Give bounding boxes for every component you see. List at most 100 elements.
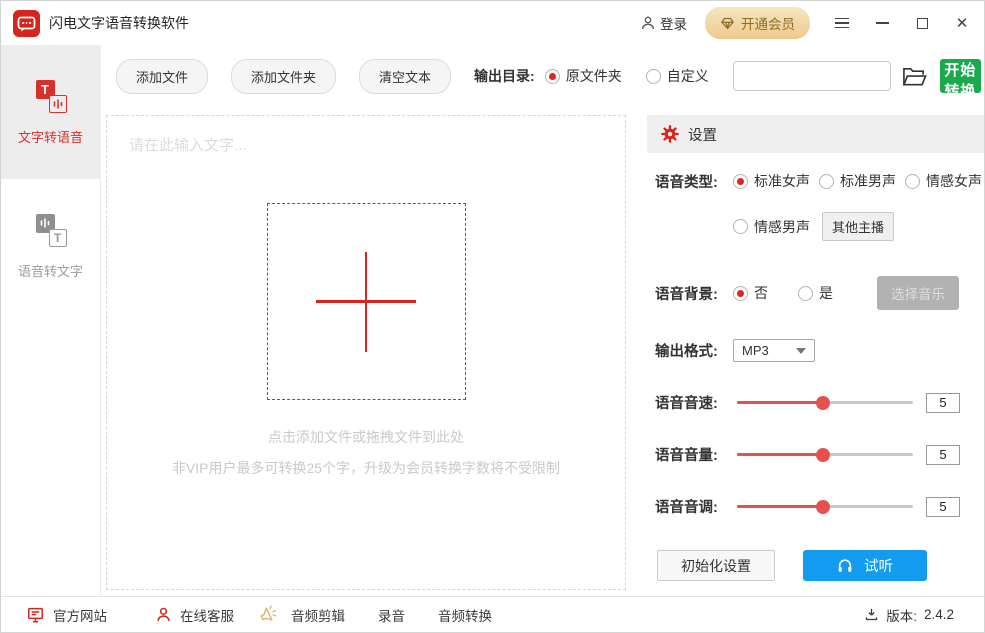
- slider-fill: [737, 505, 823, 508]
- megaphone-icon: [258, 605, 278, 624]
- online-service-label: 在线客服: [180, 605, 234, 625]
- sidebar-label-text-to-speech: 文字转语音: [18, 127, 83, 146]
- download-icon: [864, 607, 879, 622]
- volume-slider[interactable]: [737, 448, 913, 462]
- menu-button[interactable]: [834, 15, 850, 31]
- output-format-label: 输出格式:: [655, 340, 733, 361]
- start-convert-button[interactable]: 开始转换: [940, 59, 981, 93]
- minimize-icon: [876, 22, 889, 24]
- slider-fill: [737, 453, 823, 456]
- volume-value[interactable]: 5: [926, 445, 960, 465]
- radio-custom-folder[interactable]: 自定义: [646, 66, 709, 86]
- text-to-speech-icon: T: [33, 79, 69, 115]
- app-title: 闪电文字语音转换软件: [49, 13, 189, 33]
- service-person-icon: [155, 606, 172, 623]
- radio-standard-female[interactable]: 标准女声: [733, 171, 810, 191]
- audio-convert-link[interactable]: 音频转换: [438, 605, 492, 625]
- headphones-icon: [837, 558, 853, 573]
- official-website-link[interactable]: 官方网站: [26, 605, 107, 625]
- pitch-label: 语音音调:: [655, 496, 733, 517]
- online-service-link[interactable]: 在线客服: [155, 605, 234, 625]
- pitch-slider[interactable]: [737, 500, 913, 514]
- radio-original-folder[interactable]: 原文件夹: [545, 66, 622, 86]
- radio-dot: [905, 174, 920, 189]
- format-select[interactable]: MP3: [733, 339, 815, 362]
- speed-label: 语音音速:: [655, 392, 733, 413]
- slider-fill: [737, 401, 823, 404]
- version-value: 2.4.2: [924, 607, 954, 622]
- file-drop-zone[interactable]: [267, 203, 466, 400]
- settings-title: 设置: [688, 124, 717, 145]
- voice-type-label: 语音类型:: [655, 171, 733, 192]
- work-row: 请在此输入文字... 点击添加文件或拖拽文件到此处 非VIP用户最多可转换25个…: [101, 107, 984, 596]
- other-anchors-button[interactable]: 其他主播: [822, 212, 894, 241]
- vip-button[interactable]: 开通会员: [705, 7, 810, 39]
- reset-settings-button[interactable]: 初始化设置: [657, 550, 775, 581]
- output-format-row: 输出格式: MP3: [647, 339, 984, 362]
- official-website-label: 官方网站: [53, 605, 107, 625]
- speed-value[interactable]: 5: [926, 393, 960, 413]
- radio-background-yes[interactable]: 是: [798, 283, 833, 303]
- add-plus-icon: [316, 252, 416, 352]
- toolbar: 添加文件 添加文件夹 清空文本 输出目录: 原文件夹 自定义: [101, 45, 984, 107]
- output-path-input[interactable]: [733, 61, 891, 91]
- radio-dot: [733, 286, 748, 301]
- record-label: 录音: [378, 605, 405, 625]
- radio-label: 标准女声: [754, 171, 810, 191]
- voice-background-label: 语音背景:: [655, 283, 733, 304]
- radio-standard-male[interactable]: 标准男声: [819, 171, 896, 191]
- radio-dot: [819, 174, 834, 189]
- browse-folder-icon[interactable]: [902, 66, 927, 87]
- clear-text-button[interactable]: 清空文本: [359, 59, 451, 94]
- settings-buttons-row: 初始化设置 试听: [647, 550, 984, 581]
- version-info[interactable]: 版本: 2.4.2: [864, 605, 954, 625]
- user-icon: [640, 15, 656, 31]
- pitch-value[interactable]: 5: [926, 497, 960, 517]
- footer: 官方网站 在线客服 音频剪辑 录音: [1, 596, 984, 632]
- pitch-slider-row: 语音音调: 5: [647, 496, 984, 517]
- radio-label: 情感男声: [754, 217, 810, 237]
- record-link[interactable]: 录音: [378, 605, 405, 625]
- radio-dot: [733, 174, 748, 189]
- speed-slider-row: 语音音速: 5: [647, 392, 984, 413]
- choose-music-button[interactable]: 选择音乐: [877, 276, 959, 310]
- audio-clip-link[interactable]: 音频剪辑: [258, 605, 345, 625]
- radio-label-custom-folder: 自定义: [667, 66, 709, 86]
- slider-thumb[interactable]: [816, 500, 830, 514]
- maximize-icon: [917, 18, 928, 29]
- listen-label: 试听: [864, 555, 893, 576]
- audio-convert-label: 音频转换: [438, 605, 492, 625]
- maximize-button[interactable]: [914, 15, 930, 31]
- radio-background-no[interactable]: 否: [733, 283, 768, 303]
- text-placeholder: 请在此输入文字...: [107, 116, 247, 155]
- minimize-button[interactable]: [874, 15, 890, 31]
- radio-emotional-female[interactable]: 情感女声: [905, 171, 982, 191]
- vip-hint: 非VIP用户最多可转换25个字，升级为会员转换字数将不受限制: [172, 458, 560, 478]
- sidebar-item-speech-to-text[interactable]: T 语音转文字: [1, 179, 100, 313]
- version-label: 版本:: [886, 605, 917, 625]
- sidebar-item-text-to-speech[interactable]: T 文字转语音: [1, 45, 100, 179]
- speed-slider[interactable]: [737, 396, 913, 410]
- radio-label: 标准男声: [840, 171, 896, 191]
- radio-emotional-male[interactable]: 情感男声: [733, 212, 810, 241]
- radio-dot: [733, 219, 748, 234]
- monitor-icon: [26, 606, 45, 624]
- volume-slider-row: 语音音量: 5: [647, 444, 984, 465]
- format-value: MP3: [742, 343, 769, 358]
- slider-thumb[interactable]: [816, 448, 830, 462]
- titlebar: 闪电文字语音转换软件 登录 开通会员: [1, 1, 984, 45]
- add-folder-button[interactable]: 添加文件夹: [231, 59, 336, 94]
- close-icon: ✕: [956, 16, 969, 31]
- slider-thumb[interactable]: [816, 396, 830, 410]
- audio-clip-label: 音频剪辑: [291, 605, 345, 625]
- content-area: T 文字转语音: [1, 45, 984, 596]
- login-button[interactable]: 登录: [640, 13, 687, 33]
- preview-listen-button[interactable]: 试听: [803, 550, 927, 581]
- login-label: 登录: [660, 13, 687, 33]
- add-file-button[interactable]: 添加文件: [116, 59, 208, 94]
- text-input-area[interactable]: 请在此输入文字... 点击添加文件或拖拽文件到此处 非VIP用户最多可转换25个…: [106, 115, 626, 590]
- settings-header: 设置: [647, 115, 984, 153]
- radio-label-original-folder: 原文件夹: [566, 66, 622, 86]
- voice-background-row: 语音背景: 否 是 选择音乐: [647, 276, 984, 310]
- close-button[interactable]: ✕: [954, 15, 970, 31]
